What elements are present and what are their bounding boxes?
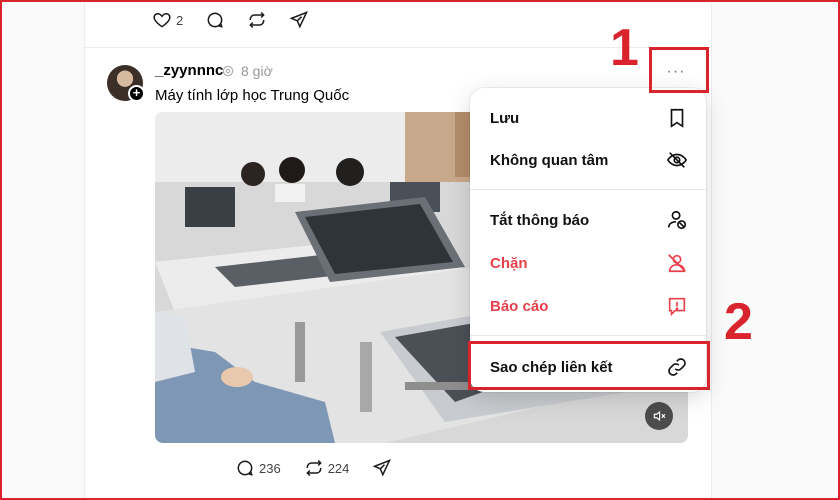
share-icon xyxy=(372,459,392,477)
mute-button[interactable] xyxy=(645,402,673,430)
post-actions: 236 224 xyxy=(235,458,415,478)
post-time: 8 giờ xyxy=(241,63,273,79)
page-background-right xyxy=(712,2,838,498)
share-button[interactable] xyxy=(372,458,392,478)
menu-divider xyxy=(470,189,706,190)
thread-mark-icon xyxy=(222,65,234,77)
menu-divider xyxy=(470,335,706,336)
report-icon xyxy=(668,297,686,317)
menu-item-not-interested[interactable]: Không quan tâm xyxy=(470,139,706,181)
page-background-left xyxy=(2,2,84,498)
volume-muted-icon xyxy=(653,410,666,422)
reply-button[interactable]: 236 xyxy=(235,458,281,478)
repost-count: 224 xyxy=(327,460,350,476)
menu-item-label: Không quan tâm xyxy=(490,151,609,169)
menu-item-report[interactable]: Báo cáo xyxy=(470,285,706,327)
username[interactable]: _zyynnnc xyxy=(155,62,223,79)
comment-button[interactable] xyxy=(205,10,225,30)
repost-button[interactable] xyxy=(247,10,267,30)
menu-item-mute[interactable]: Tắt thông báo xyxy=(470,199,706,241)
repost-button[interactable]: 224 xyxy=(304,458,350,478)
menu-item-save[interactable]: Lưu xyxy=(470,97,706,139)
like-count: 2 xyxy=(176,12,184,28)
menu-item-label: Tắt thông báo xyxy=(490,211,590,229)
menu-item-label: Lưu xyxy=(490,109,520,127)
share-icon xyxy=(289,11,309,29)
menu-item-label: Chặn xyxy=(490,254,528,272)
repost-icon xyxy=(249,11,265,29)
annotation-box-copy-link xyxy=(468,341,710,390)
share-button[interactable] xyxy=(289,10,309,30)
menu-item-block[interactable]: Chặn xyxy=(470,242,706,284)
annotation-box-more xyxy=(649,47,709,93)
bookmark-icon xyxy=(670,108,684,128)
mute-user-icon xyxy=(667,210,687,230)
heart-icon xyxy=(153,12,171,28)
comment-icon xyxy=(207,12,223,28)
follow-plus-icon[interactable]: + xyxy=(128,85,145,102)
post-caption: Máy tính lớp học Trung Quốc xyxy=(155,87,350,104)
like-button[interactable]: 2 xyxy=(152,10,183,30)
menu-item-label: Báo cáo xyxy=(490,297,549,315)
block-user-icon xyxy=(668,254,686,273)
repost-icon xyxy=(305,459,322,477)
reply-count: 236 xyxy=(259,460,281,476)
annotation-step-1: 1 xyxy=(610,19,639,77)
comment-icon xyxy=(237,460,253,476)
previous-post-actions: 2 xyxy=(152,10,309,30)
annotation-step-2: 2 xyxy=(724,293,753,351)
eye-off-icon xyxy=(666,152,688,168)
